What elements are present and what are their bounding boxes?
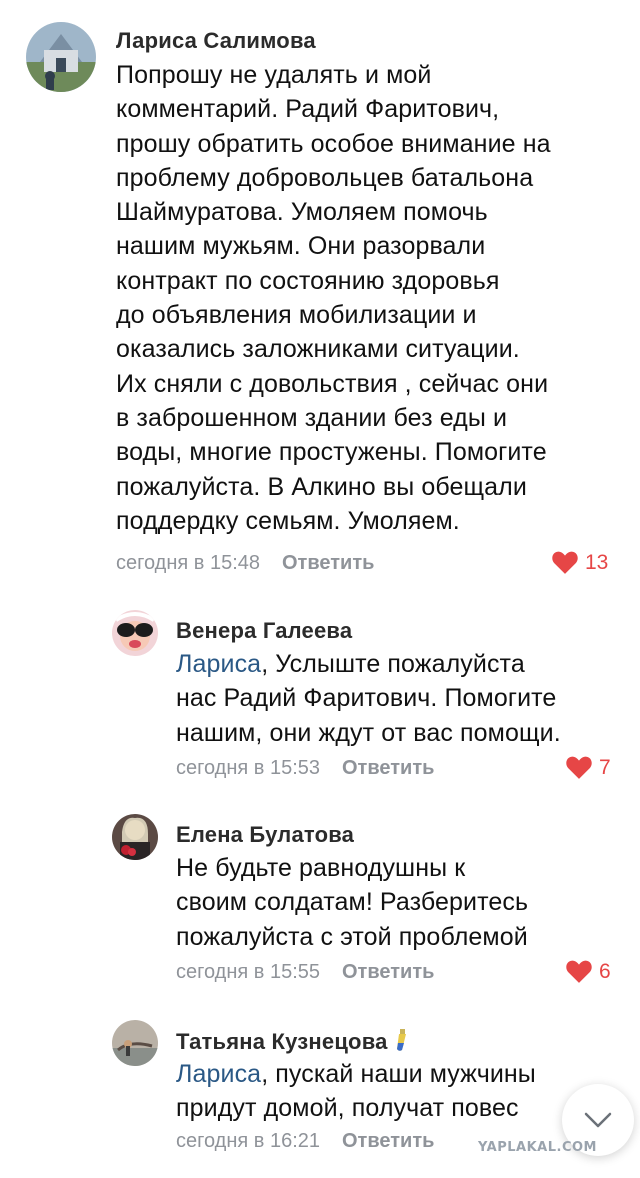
- comment-time[interactable]: сегодня в 15:53: [176, 757, 320, 779]
- like-count: 6: [599, 959, 611, 983]
- mention-link[interactable]: Лариса: [176, 1060, 261, 1088]
- comment-author[interactable]: Елена Булатова: [176, 822, 354, 848]
- comment-time[interactable]: сегодня в 15:48: [116, 552, 260, 574]
- like-button[interactable]: 7: [565, 755, 611, 780]
- avatar-photo: [112, 814, 158, 860]
- author-name[interactable]: Татьяна Кузнецова: [176, 1029, 388, 1054]
- avatar[interactable]: [112, 814, 158, 860]
- comment-author[interactable]: Лариса Салимова: [116, 28, 316, 54]
- like-button[interactable]: 6: [565, 959, 611, 984]
- heart-icon: [566, 756, 592, 779]
- chevron-down-icon: [584, 1112, 612, 1128]
- comment-time[interactable]: сегодня в 16:21: [176, 1130, 320, 1152]
- like-count: 7: [599, 755, 611, 779]
- heart-icon: [552, 551, 578, 574]
- comment-text: Лариса, Услыште пожалуйста нас Радий Фар…: [176, 647, 606, 750]
- comment-time[interactable]: сегодня в 15:55: [176, 961, 320, 983]
- test-tube-emoji-icon: [394, 1028, 408, 1058]
- reply-button[interactable]: Ответить: [342, 757, 434, 779]
- comment-meta: сегодня в 15:55 Ответить: [176, 961, 434, 984]
- comment-text: Попрошу не удалять и мой комментарий. Ра…: [116, 61, 551, 535]
- avatar[interactable]: [26, 22, 96, 92]
- heart-icon: [566, 960, 592, 983]
- like-count: 13: [585, 550, 609, 574]
- like-button[interactable]: 13: [551, 550, 608, 575]
- avatar[interactable]: [112, 610, 158, 656]
- reply-button[interactable]: Ответить: [342, 1130, 434, 1152]
- comment-text: Лариса, пускай наши мужчины придут домой…: [176, 1057, 566, 1126]
- mention-link[interactable]: Лариса: [176, 650, 261, 678]
- comment-meta: сегодня в 15:48 Ответить: [116, 552, 374, 575]
- avatar-photo: [112, 610, 158, 656]
- watermark: YAPLAKAL.COM: [478, 1140, 597, 1155]
- comment-text: Не будьте равнодушны к своим солдатам! Р…: [176, 854, 529, 951]
- avatar[interactable]: [112, 1020, 158, 1066]
- avatar-photo: [112, 1020, 158, 1066]
- comment-meta: сегодня в 16:21 Ответить: [176, 1130, 434, 1153]
- comment-meta: сегодня в 15:53 Ответить: [176, 757, 434, 780]
- reply-button[interactable]: Ответить: [282, 552, 374, 574]
- comment-author[interactable]: Венера Галеева: [176, 618, 352, 644]
- reply-button[interactable]: Ответить: [342, 961, 434, 983]
- avatar-photo: [26, 22, 96, 92]
- comment-author: Татьяна Кузнецова: [176, 1028, 408, 1058]
